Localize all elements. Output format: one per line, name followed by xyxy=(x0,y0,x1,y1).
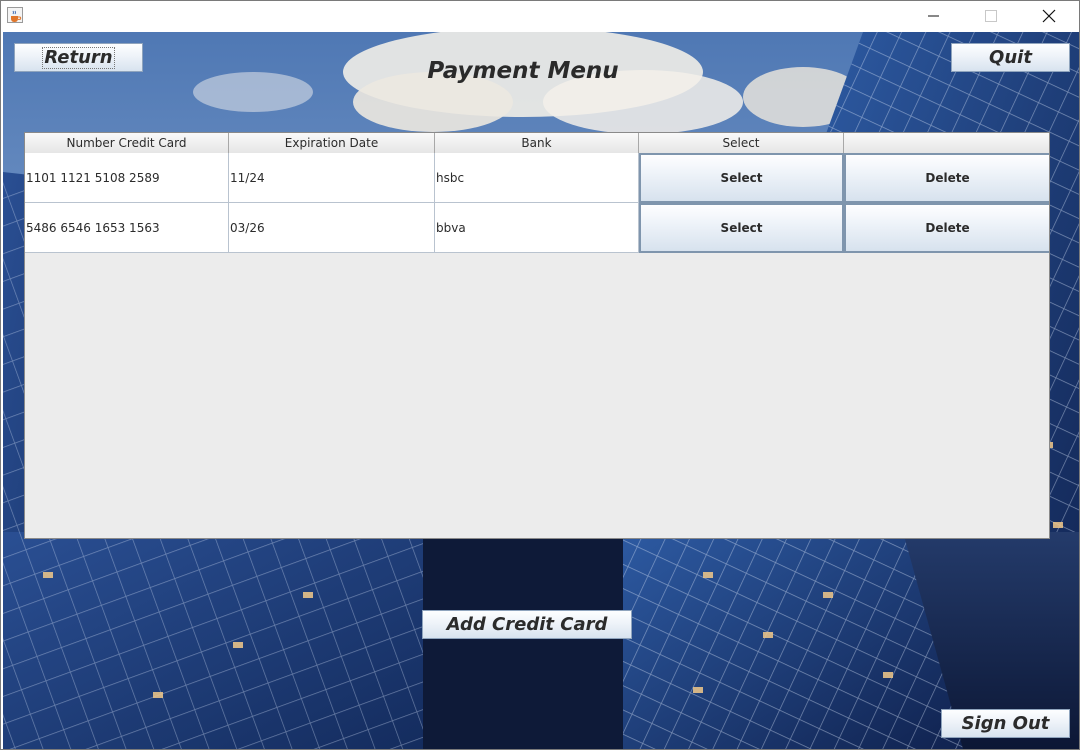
card-number-cell[interactable]: 1101 1121 5108 2589 xyxy=(25,153,229,203)
bank-cell[interactable]: hsbc xyxy=(435,153,639,203)
column-header-expiration[interactable]: Expiration Date xyxy=(229,133,435,153)
table-row[interactable]: 5486 6546 1653 1563 03/26 bbva Select De… xyxy=(25,203,1049,253)
sign-out-button[interactable]: Sign Out xyxy=(941,709,1070,738)
select-button[interactable]: Select xyxy=(639,203,844,253)
expiration-cell[interactable]: 11/24 xyxy=(229,153,435,203)
return-button[interactable]: Return xyxy=(14,43,143,72)
app-window: Return Payment Menu Quit Number Credit C… xyxy=(0,0,1080,750)
content-area: Return Payment Menu Quit Number Credit C… xyxy=(3,32,1079,749)
java-cup-icon xyxy=(7,7,23,23)
delete-button[interactable]: Delete xyxy=(844,203,1049,253)
close-icon[interactable] xyxy=(1025,1,1071,31)
title-bar xyxy=(1,1,1079,31)
select-button[interactable]: Select xyxy=(639,153,844,203)
column-header-select[interactable]: Select xyxy=(639,133,844,153)
quit-button[interactable]: Quit xyxy=(951,43,1070,72)
table-row[interactable]: 1101 1121 5108 2589 11/24 hsbc Select De… xyxy=(25,153,1049,203)
credit-card-table: Number Credit Card Expiration Date Bank … xyxy=(24,132,1050,539)
table-header: Number Credit Card Expiration Date Bank … xyxy=(25,133,1049,154)
column-header-bank[interactable]: Bank xyxy=(435,133,639,153)
delete-button[interactable]: Delete xyxy=(844,153,1049,203)
maximize-icon[interactable] xyxy=(967,1,1013,31)
page-title: Payment Menu xyxy=(427,58,619,84)
bank-cell[interactable]: bbva xyxy=(435,203,639,253)
minimize-icon[interactable] xyxy=(909,1,955,31)
column-header-delete[interactable] xyxy=(844,133,1049,153)
card-number-cell[interactable]: 5486 6546 1653 1563 xyxy=(25,203,229,253)
expiration-cell[interactable]: 03/26 xyxy=(229,203,435,253)
add-credit-card-button[interactable]: Add Credit Card xyxy=(422,610,632,639)
column-header-number[interactable]: Number Credit Card xyxy=(25,133,229,153)
return-button-label: Return xyxy=(42,46,115,69)
